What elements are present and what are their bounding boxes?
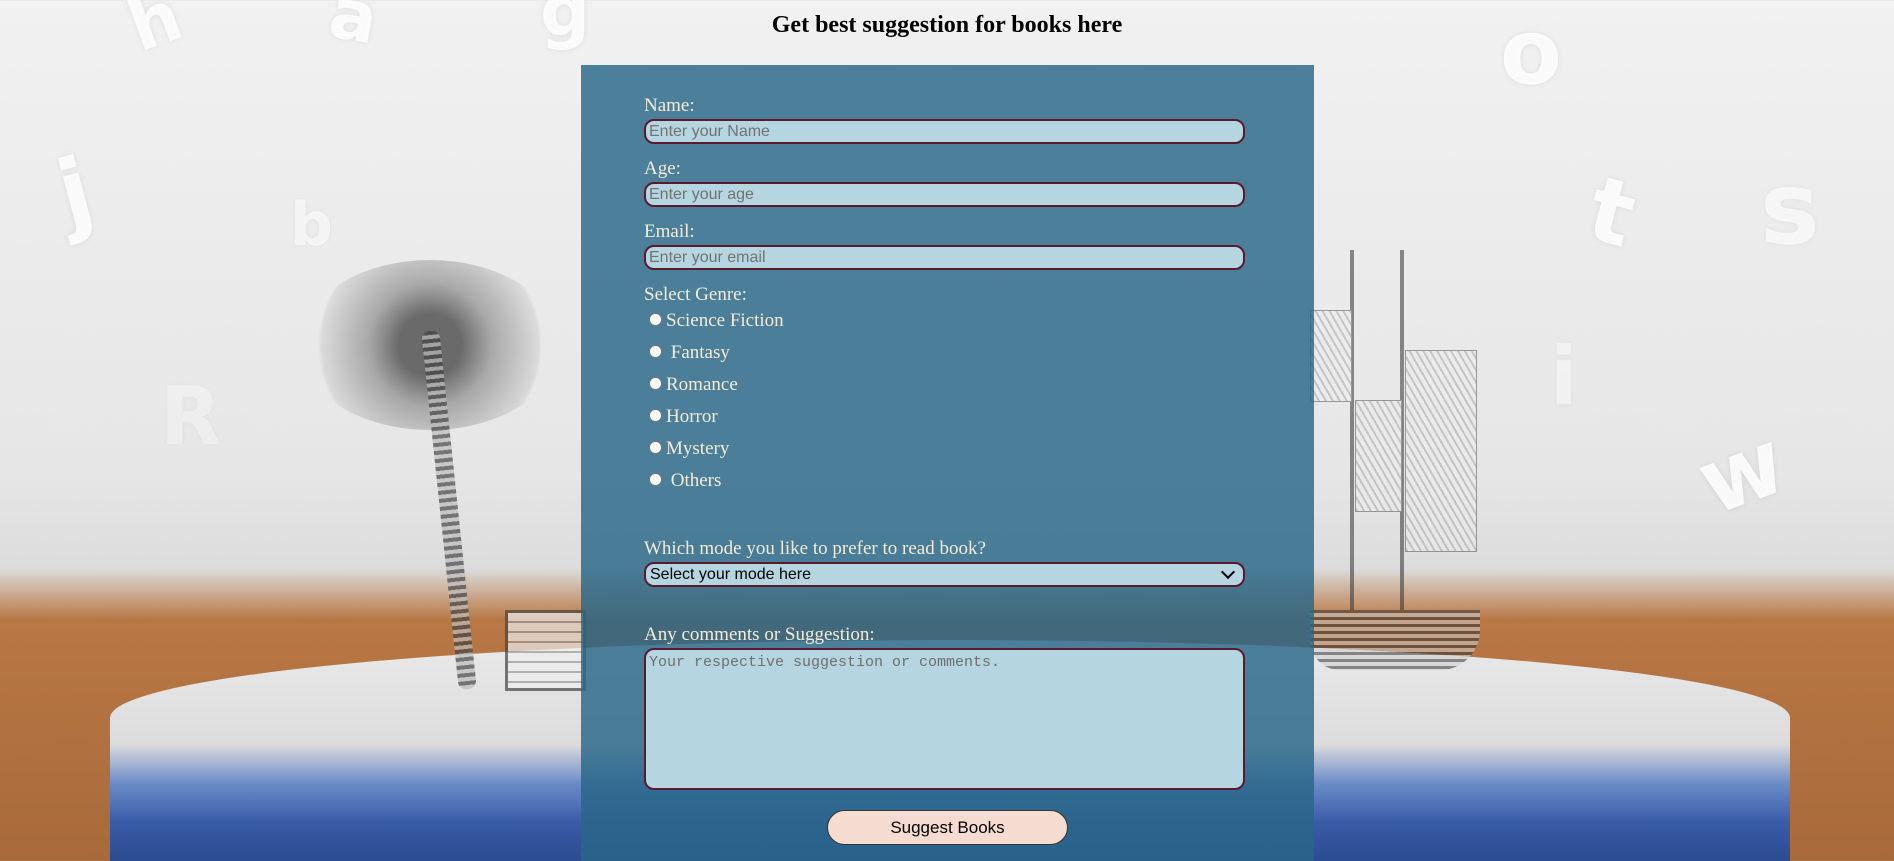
background-letter-decoration: j — [46, 137, 104, 248]
genre-label: Select Genre: — [644, 284, 747, 305]
age-input[interactable] — [644, 182, 1245, 207]
radio-button[interactable] — [649, 472, 662, 486]
radio-button[interactable] — [649, 312, 662, 326]
reading-mode-select[interactable]: Select your mode here — [644, 562, 1245, 587]
age-label: Age: — [644, 158, 681, 179]
genre-option-label: Romance — [666, 374, 738, 395]
background-letter-decoration: i — [1550, 330, 1578, 423]
sailing-ship-illustration — [1310, 250, 1480, 730]
background-letter-decoration: s — [1760, 150, 1820, 267]
email-label: Email: — [644, 221, 695, 242]
background-letter-decoration: R — [160, 370, 222, 463]
chevron-down-icon — [1220, 564, 1236, 579]
genre-option-label: Others — [666, 470, 722, 491]
radio-button[interactable] — [649, 408, 662, 422]
genre-option-fantasy[interactable]: Fantasy — [649, 342, 730, 364]
suggest-books-button[interactable]: Suggest Books — [827, 810, 1068, 845]
suggestion-form-panel: Name: Age: Email: Select Genre: Science … — [581, 65, 1314, 861]
genre-option-horror[interactable]: Horror — [649, 406, 718, 428]
radio-button[interactable] — [649, 376, 662, 390]
genre-option-science-fiction[interactable]: Science Fiction — [649, 310, 784, 332]
genre-option-label: Science Fiction — [666, 310, 784, 331]
genre-option-label: Fantasy — [666, 342, 730, 363]
comments-label: Any comments or Suggestion: — [644, 624, 875, 645]
genre-option-label: Horror — [666, 406, 718, 427]
radio-button[interactable] — [649, 344, 662, 358]
genre-option-label: Mystery — [666, 438, 730, 459]
treasure-chest-illustration — [505, 610, 586, 691]
genre-option-mystery[interactable]: Mystery — [649, 438, 729, 460]
name-label: Name: — [644, 95, 695, 116]
reading-mode-label: Which mode you like to prefer to read bo… — [644, 538, 986, 559]
background-letter-decoration: b — [290, 190, 333, 260]
genre-option-romance[interactable]: Romance — [649, 374, 738, 396]
name-input[interactable] — [644, 119, 1245, 144]
background-letter-decoration: w — [1684, 408, 1799, 537]
email-input[interactable] — [644, 245, 1245, 270]
comments-textarea[interactable] — [644, 648, 1245, 790]
page-title: Get best suggestion for books here — [771, 12, 1123, 38]
genre-option-others[interactable]: Others — [649, 470, 721, 492]
radio-button[interactable] — [649, 440, 662, 454]
background-letter-decoration: t — [1577, 156, 1646, 269]
reading-mode-selected-value: Select your mode here — [650, 565, 811, 583]
